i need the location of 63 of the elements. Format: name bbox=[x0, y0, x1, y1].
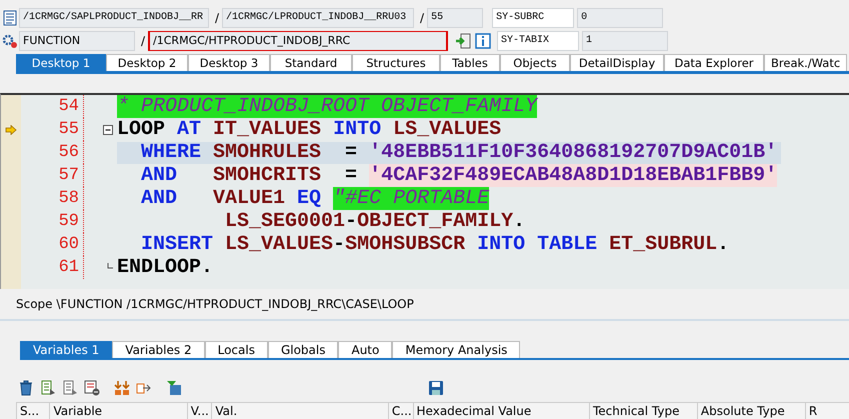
path-separator: / bbox=[214, 10, 220, 24]
desktop-tab[interactable]: Break./Watc bbox=[764, 54, 848, 71]
column-header[interactable]: Variable bbox=[49, 403, 187, 419]
event-type-field: FUNCTION bbox=[19, 30, 135, 50]
source-code-icon bbox=[2, 10, 18, 26]
list-remove-icon[interactable] bbox=[84, 380, 100, 396]
desktop-tab[interactable]: DetailDisplay bbox=[570, 54, 664, 71]
system-field-value: 0 bbox=[577, 8, 664, 28]
desktop-tab[interactable]: Data Explorer bbox=[664, 54, 764, 71]
trash-icon[interactable] bbox=[18, 380, 34, 396]
column-header[interactable]: Hexadecimal Value bbox=[412, 403, 589, 419]
system-field-name[interactable]: SY-TABIX bbox=[497, 30, 580, 50]
event-field[interactable]: /1CRMGC/HTPRODUCT_INDOBJ_RRC bbox=[148, 30, 448, 50]
collapse-icon[interactable] bbox=[103, 124, 113, 134]
line-number: 60 bbox=[21, 233, 84, 256]
document-edit-icon[interactable] bbox=[40, 380, 56, 396]
desktop-tab[interactable]: Structures bbox=[352, 54, 440, 71]
line-number: 56 bbox=[21, 141, 84, 164]
program-field: /1CRMGC/SAPLPRODUCT_INDOBJ__RR bbox=[19, 8, 209, 28]
variables-tab[interactable]: Globals bbox=[268, 341, 338, 358]
save-icon[interactable] bbox=[428, 380, 444, 396]
variables-tab[interactable]: Locals bbox=[204, 341, 268, 358]
scope-path: Scope \FUNCTION /1CRMGC/HTPRODUCT_INDOBJ_RRC\CASE\LOOP bbox=[0, 293, 849, 321]
line-number: 57 bbox=[21, 164, 84, 187]
import-icon[interactable] bbox=[455, 32, 472, 48]
column-header[interactable]: V... bbox=[186, 403, 212, 419]
code-line: ENDLOOP. bbox=[117, 256, 214, 278]
line-number: 54 bbox=[21, 95, 84, 118]
document-icon[interactable] bbox=[62, 380, 78, 396]
desktop-tab[interactable]: Standard bbox=[270, 54, 352, 71]
code-line: INSERT LS_VALUES-SMOHSUBSCR INTO TABLE ET_SUBRUL. bbox=[140, 234, 730, 256]
column-header[interactable]: R bbox=[804, 403, 849, 419]
variables-tab[interactable]: Auto bbox=[338, 341, 392, 358]
code-line: LS_SEG0001-OBJECT_FAMILY. bbox=[224, 210, 526, 232]
desktop-tab[interactable]: Tables bbox=[440, 54, 500, 71]
gear-icon bbox=[2, 32, 18, 48]
desktop-tab[interactable]: Desktop 2 bbox=[106, 54, 188, 71]
path-separator: / bbox=[140, 34, 146, 48]
line-number: 55 bbox=[21, 118, 84, 141]
variables-tab[interactable]: Memory Analysis bbox=[392, 341, 520, 358]
variables-tab[interactable]: Variables 1 bbox=[20, 341, 112, 358]
path-separator: / bbox=[419, 10, 426, 24]
info-icon[interactable] bbox=[475, 32, 492, 48]
column-header[interactable]: C... bbox=[388, 403, 413, 419]
column-header[interactable]: Absolute Type bbox=[696, 403, 805, 419]
line-number: 61 bbox=[21, 256, 84, 279]
line-number: 59 bbox=[21, 210, 84, 233]
desktop-tab[interactable]: Desktop 3 bbox=[188, 54, 270, 71]
desktop-tab[interactable]: Desktop 1 bbox=[16, 54, 106, 71]
variables-tab[interactable]: Variables 2 bbox=[112, 341, 205, 358]
line-field: 55 bbox=[427, 8, 484, 28]
column-header[interactable]: S... bbox=[16, 403, 50, 419]
filter-icon[interactable] bbox=[166, 380, 182, 396]
desktop-tab[interactable]: Objects bbox=[500, 54, 570, 71]
code-line: LOOP AT IT_VALUES INTO LS_VALUES bbox=[117, 118, 502, 140]
column-header[interactable]: Technical Type bbox=[589, 403, 697, 419]
line-number: 58 bbox=[21, 187, 84, 210]
system-field-name[interactable]: SY-SUBRC bbox=[492, 8, 574, 28]
column-header[interactable]: Val. bbox=[211, 403, 388, 419]
arrows-down-icon[interactable] bbox=[114, 380, 130, 396]
include-field: /1CRMGC/LPRODUCT_INDOBJ__RRU03 bbox=[222, 8, 414, 28]
code-line: AND SMOHCRITS = '4CAF32F489ECAB48A8D1D18EBAB1FBB9' bbox=[140, 164, 778, 186]
system-field-value: 1 bbox=[582, 30, 668, 50]
